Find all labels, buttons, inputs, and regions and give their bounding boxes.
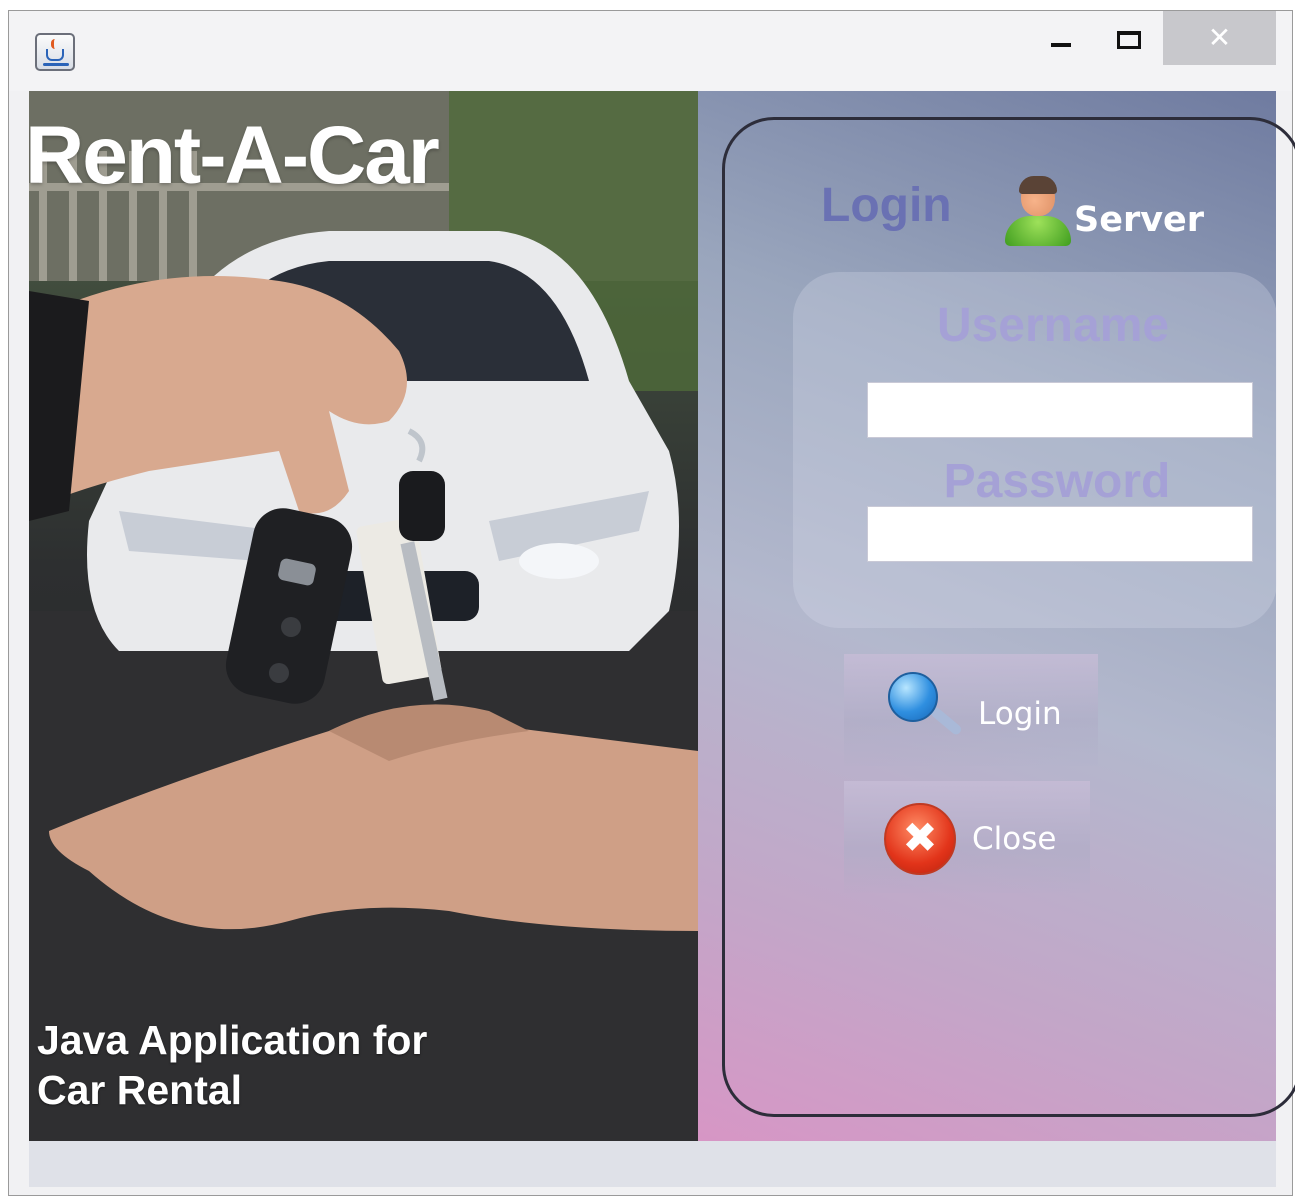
content-area: Rent-A-Car Java Application for Car Rent… [29,91,1295,1141]
magnifier-icon [888,672,964,740]
close-icon: ✕ [1207,21,1232,54]
close-button[interactable]: ✖ Close [844,781,1090,893]
x-circle-icon: ✖ [884,803,956,875]
password-input[interactable] [867,506,1253,562]
password-label: Password [943,455,1171,508]
credentials-box: Username Password [793,272,1277,628]
maximize-button[interactable] [1103,11,1163,65]
car-keys-photo: Rent-A-Car Java Application for Car Rent… [29,91,698,1141]
login-panel: Login Server Username Password Login ✖ C… [698,91,1295,1141]
login-button-label: Login [978,696,1062,732]
tagline-line-2: Car Rental [37,1067,243,1113]
tagline: Java Application for Car Rental [37,1015,427,1115]
login-card: Login Server Username Password Login ✖ C… [722,117,1295,1117]
tagline-line-1: Java Application for [37,1017,428,1063]
app-window: ✕ Rent-A-Car Java Application for Car Re… [8,10,1295,1196]
username-label: Username [936,299,1170,352]
role-label: Server [1074,200,1205,240]
title-bar[interactable]: ✕ [9,11,1292,91]
maximize-icon [1117,31,1141,49]
java-cup-icon[interactable] [35,33,75,71]
photo-illustration [29,91,698,1141]
minimize-icon [1051,43,1071,47]
brand-title: Rent-A-Car [29,110,440,201]
status-bar [29,1141,1276,1187]
close-button-label: Close [972,821,1057,857]
user-icon [1001,176,1075,246]
minimize-button[interactable] [1039,11,1101,65]
login-button[interactable]: Login [844,654,1098,766]
window-close-button[interactable]: ✕ [1163,11,1276,65]
login-heading: Login [821,179,952,232]
x-glyph: ✖ [902,813,938,862]
username-input[interactable] [867,382,1253,438]
